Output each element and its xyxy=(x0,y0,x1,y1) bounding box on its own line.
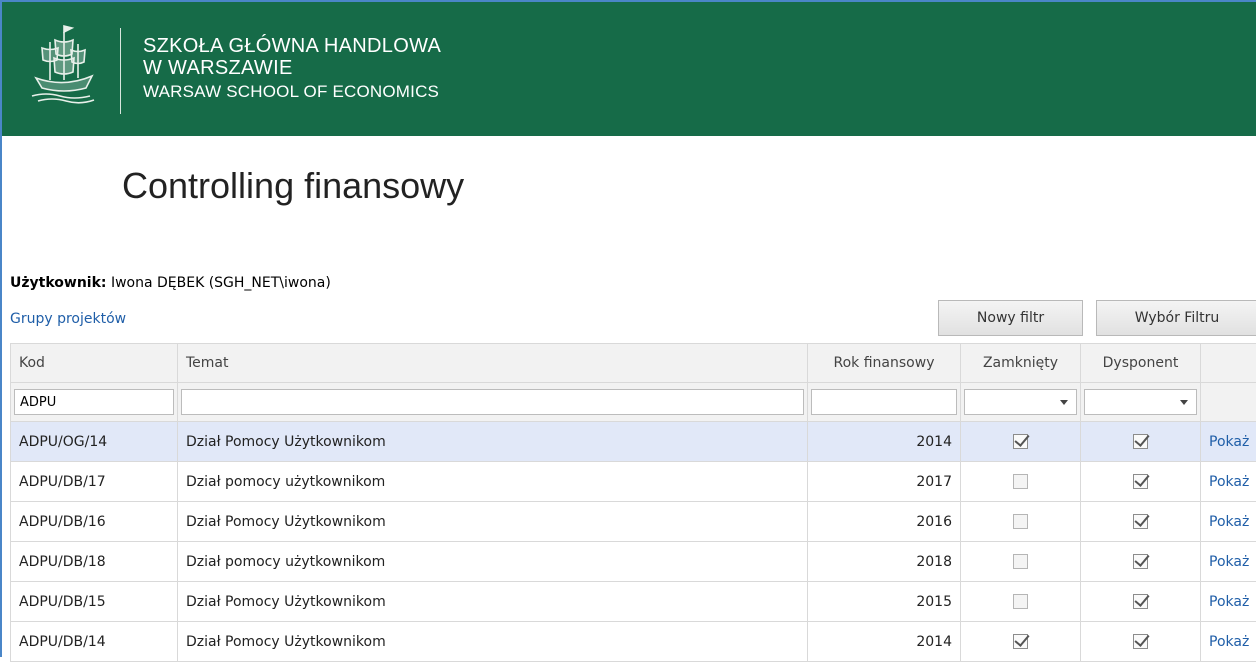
cell-action: Pokaż xyxy=(1201,622,1256,662)
table-row[interactable]: ADPU/OG/14Dział Pomocy Użytkownikom2014 P… xyxy=(11,422,1256,462)
user-value: Iwona DĘBEK (SGH_NET\iwona) xyxy=(111,275,331,291)
chevron-down-icon xyxy=(1180,400,1188,405)
dysponent-checkbox xyxy=(1133,474,1148,489)
new-filter-button[interactable]: Nowy filtr xyxy=(938,300,1083,336)
zamkniety-checkbox xyxy=(1013,594,1028,609)
project-groups-link[interactable]: Grupy projektów xyxy=(10,311,126,327)
column-header-action xyxy=(1201,344,1256,383)
cell-dysponent xyxy=(1081,502,1201,542)
cell-rok: 2014 xyxy=(808,422,961,462)
cell-kod: ADPU/DB/18 xyxy=(11,542,178,582)
cell-action: Pokaż xyxy=(1201,462,1256,502)
cell-dysponent xyxy=(1081,542,1201,582)
cell-zamkniety xyxy=(961,462,1081,502)
cell-action: Pokaż xyxy=(1201,422,1256,462)
show-link[interactable]: Pokaż xyxy=(1209,474,1249,490)
zamkniety-checkbox xyxy=(1013,474,1028,489)
column-header-kod[interactable]: Kod xyxy=(11,344,178,383)
zamkniety-checkbox xyxy=(1013,554,1028,569)
cell-kod: ADPU/DB/14 xyxy=(11,622,178,662)
zamkniety-checkbox xyxy=(1013,514,1028,529)
cell-zamkniety xyxy=(961,502,1081,542)
column-header-temat[interactable]: Temat xyxy=(178,344,808,383)
show-link[interactable]: Pokaż xyxy=(1209,434,1249,450)
dysponent-checkbox xyxy=(1133,434,1148,449)
kod-filter-input[interactable] xyxy=(14,389,174,415)
cell-zamkniety xyxy=(961,422,1081,462)
cell-zamkniety xyxy=(961,622,1081,662)
zamkniety-filter-select[interactable] xyxy=(964,389,1077,415)
cell-zamkniety xyxy=(961,542,1081,582)
zamkniety-checkbox xyxy=(1013,434,1028,449)
choose-filter-button[interactable]: Wybór Filtru xyxy=(1096,300,1256,336)
institution-name: SZKOŁA GŁÓWNA HANDLOWA W WARSZAWIE WARSA… xyxy=(143,35,441,103)
table-body: ADPU/OG/14Dział Pomocy Użytkownikom2014P… xyxy=(11,422,1256,662)
show-link[interactable]: Pokaż xyxy=(1209,514,1249,530)
cell-rok: 2018 xyxy=(808,542,961,582)
cell-rok: 2014 xyxy=(808,622,961,662)
table-row[interactable]: ADPU/DB/16Dział Pomocy Użytkownikom2016 P… xyxy=(11,502,1256,542)
cell-kod: ADPU/DB/16 xyxy=(11,502,178,542)
column-header-zamkniety[interactable]: Zamknięty xyxy=(961,344,1081,383)
cell-temat: Dział Pomocy Użytkownikom xyxy=(178,422,808,462)
cell-action: Pokaż xyxy=(1201,542,1256,582)
cell-dysponent xyxy=(1081,462,1201,502)
zamkniety-checkbox xyxy=(1013,634,1028,649)
column-header-dysponent[interactable]: Dysponent xyxy=(1081,344,1201,383)
filter-cell-empty xyxy=(1201,383,1256,422)
cell-dysponent xyxy=(1081,422,1201,462)
cell-dysponent xyxy=(1081,622,1201,662)
cell-rok: 2015 xyxy=(808,582,961,622)
projects-table: Kod Temat Rok finansowy Zamknięty Dyspon… xyxy=(10,343,1256,662)
cell-rok: 2016 xyxy=(808,502,961,542)
cell-temat: Dział Pomocy Użytkownikom xyxy=(178,502,808,542)
cell-zamkniety xyxy=(961,582,1081,622)
dysponent-checkbox xyxy=(1133,634,1148,649)
cell-action: Pokaż xyxy=(1201,582,1256,622)
dysponent-filter-select[interactable] xyxy=(1084,389,1197,415)
show-link[interactable]: Pokaż xyxy=(1209,594,1249,610)
cell-action: Pokaż xyxy=(1201,502,1256,542)
cell-temat: Dział Pomocy Użytkownikom xyxy=(178,582,808,622)
cell-rok: 2017 xyxy=(808,462,961,502)
institution-name-line2: W WARSZAWIE xyxy=(143,57,441,79)
dysponent-checkbox xyxy=(1133,514,1148,529)
chevron-down-icon xyxy=(1060,400,1068,405)
cell-dysponent xyxy=(1081,582,1201,622)
institution-name-line1: SZKOŁA GŁÓWNA HANDLOWA xyxy=(143,35,441,57)
cell-kod: ADPU/OG/14 xyxy=(11,422,178,462)
table-row[interactable]: ADPU/DB/17Dział pomocy użytkownikom2017 P… xyxy=(11,462,1256,502)
dysponent-checkbox xyxy=(1133,594,1148,609)
institution-name-english: WARSAW SCHOOL OF ECONOMICS xyxy=(143,81,441,103)
user-label: Użytkownik: xyxy=(10,275,107,291)
show-link[interactable]: Pokaż xyxy=(1209,634,1249,650)
show-link[interactable]: Pokaż xyxy=(1209,554,1249,570)
site-header: SZKOŁA GŁÓWNA HANDLOWA W WARSZAWIE WARSA… xyxy=(2,2,1256,136)
cell-temat: Dział pomocy użytkownikom xyxy=(178,542,808,582)
filter-row xyxy=(11,383,1256,422)
table-row[interactable]: ADPU/DB/14Dział Pomocy Użytkownikom2014 P… xyxy=(11,622,1256,662)
current-user: Użytkownik: Iwona DĘBEK (SGH_NET\iwona) xyxy=(10,275,331,291)
table-row[interactable]: ADPU/DB/18Dział pomocy użytkownikom2018 P… xyxy=(11,542,1256,582)
temat-filter-input[interactable] xyxy=(181,389,804,415)
cell-temat: Dział pomocy użytkownikom xyxy=(178,462,808,502)
column-header-rok[interactable]: Rok finansowy xyxy=(808,344,961,383)
ship-emblem-icon xyxy=(28,22,100,104)
logo-separator xyxy=(120,28,121,114)
page-title: Controlling finansowy xyxy=(122,165,464,207)
table-header-row: Kod Temat Rok finansowy Zamknięty Dyspon… xyxy=(11,344,1256,383)
table-row[interactable]: ADPU/DB/15Dział Pomocy Użytkownikom2015 P… xyxy=(11,582,1256,622)
cell-temat: Dział Pomocy Użytkownikom xyxy=(178,622,808,662)
cell-kod: ADPU/DB/17 xyxy=(11,462,178,502)
rok-filter-input[interactable] xyxy=(811,389,957,415)
cell-kod: ADPU/DB/15 xyxy=(11,582,178,622)
dysponent-checkbox xyxy=(1133,554,1148,569)
